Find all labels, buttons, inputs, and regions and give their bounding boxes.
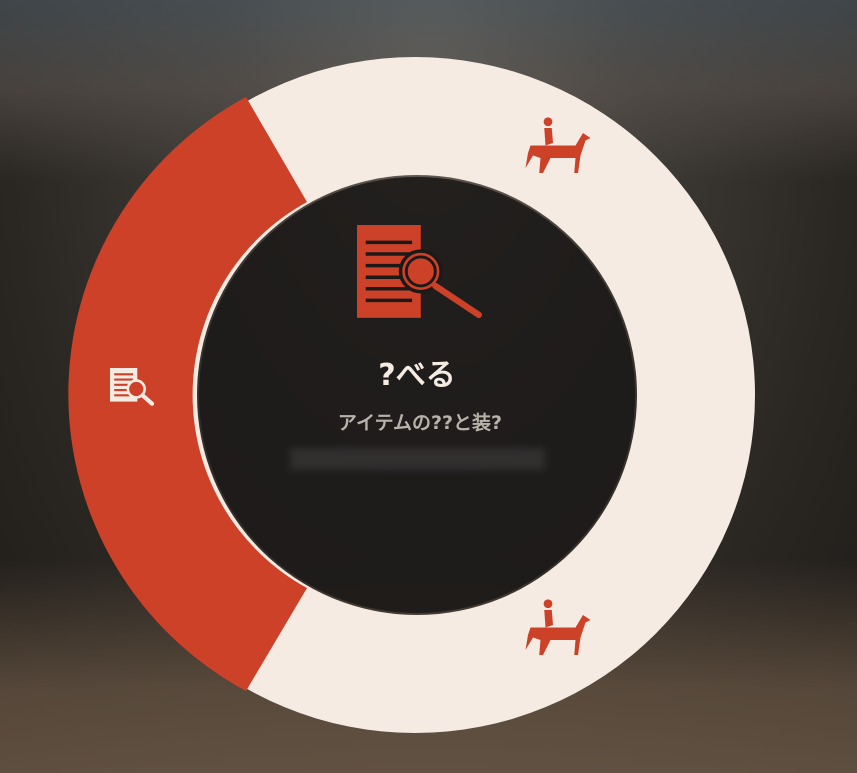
blurred-text [290, 448, 545, 470]
selected-title: ?べる [378, 358, 456, 393]
selected-description: アイテムの??と装? [337, 412, 503, 434]
